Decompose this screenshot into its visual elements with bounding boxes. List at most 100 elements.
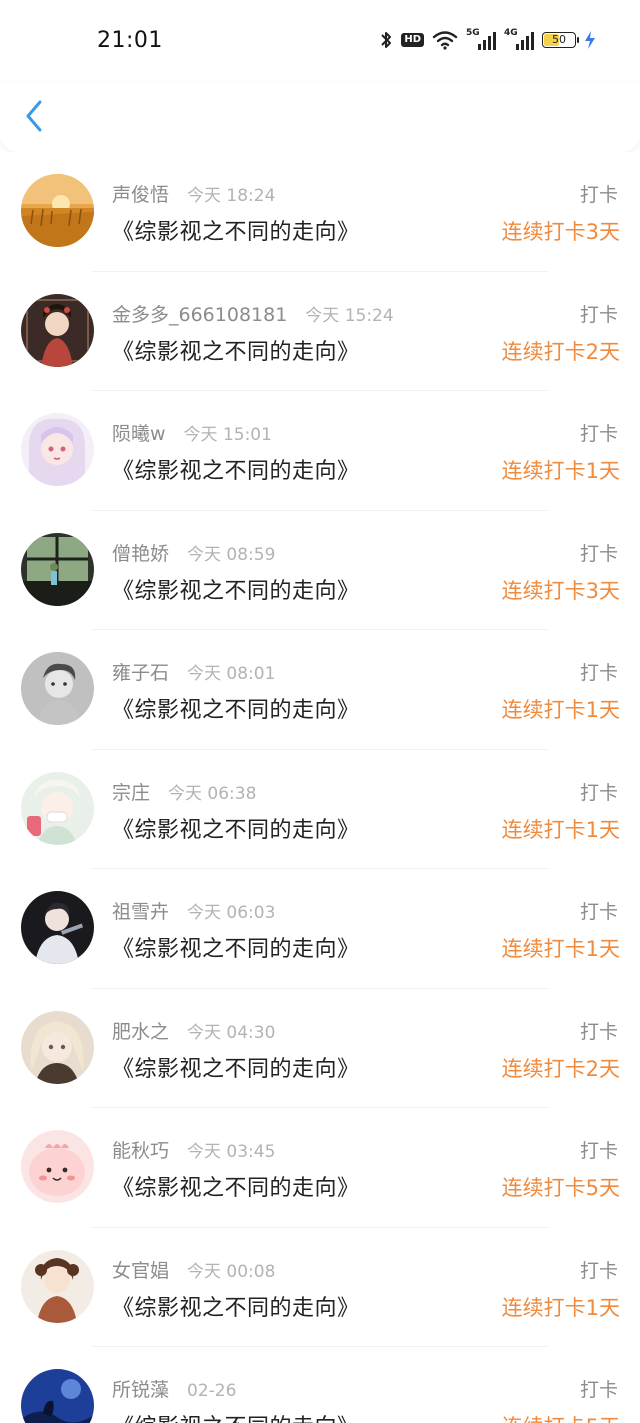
avatar[interactable]	[21, 174, 94, 247]
checkin-type: 打卡	[579, 184, 618, 206]
book-title[interactable]: 《综影视之不同的走向》	[112, 692, 360, 724]
checkin-type: 打卡	[579, 901, 618, 923]
streak-label: 连续打卡1天	[501, 459, 620, 483]
checkin-type: 打卡	[579, 1379, 618, 1401]
list-item[interactable]: 宗庄 今天 06:38 《综影视之不同的走向》 打卡 连续打卡1天	[0, 750, 640, 869]
user-name[interactable]: 所锐藻	[112, 1375, 169, 1402]
list-item[interactable]: 陨曦w 今天 15:01 《综影视之不同的走向》 打卡 连续打卡1天	[0, 391, 640, 511]
book-title[interactable]: 《综影视之不同的走向》	[112, 1051, 360, 1083]
checkin-date: 今天 18:24	[187, 186, 276, 206]
streak-label: 连续打卡2天	[501, 1056, 620, 1081]
checkin-date: 今天 04:30	[187, 1022, 276, 1043]
checkin-type: 打卡	[579, 1020, 618, 1043]
bluetooth-icon	[379, 30, 393, 50]
book-title[interactable]: 《综影视之不同的走向》	[112, 573, 360, 605]
list-item[interactable]: 肥水之 今天 04:30 《综影视之不同的走向》 打卡 连续打卡2天	[0, 989, 640, 1108]
streak-label: 连续打卡2天	[501, 339, 620, 364]
streak-label: 连续打卡3天	[501, 578, 620, 603]
4g-signal-icon: 4G	[504, 28, 534, 50]
user-name[interactable]: 女官娼	[112, 1256, 169, 1283]
book-title[interactable]: 《综影视之不同的走向》	[112, 334, 360, 366]
list-item[interactable]: 女官娼 今天 00:08 《综影视之不同的走向》 打卡 连续打卡1天	[0, 1228, 640, 1347]
battery-percent: 50	[552, 33, 566, 46]
avatar[interactable]	[21, 1369, 94, 1423]
checkin-type: 打卡	[579, 1140, 618, 1162]
user-name[interactable]: 肥水之	[112, 1017, 169, 1044]
checkin-type: 打卡	[579, 1259, 618, 1282]
list-item[interactable]: 僧艳娇 今天 08:59 《综影视之不同的走向》 打卡 连续打卡3天	[0, 511, 640, 630]
screen: 21:01 HD 5G 4G 50 声俊悟 今天 18:24 《综影视之不同的走…	[0, 0, 640, 1423]
checkin-date: 今天 15:24	[305, 305, 394, 326]
checkin-type: 打卡	[579, 303, 618, 326]
avatar[interactable]	[21, 1010, 94, 1084]
checkin-type: 打卡	[579, 423, 618, 445]
item-meta: 宗庄 今天 06:38	[112, 778, 256, 805]
user-name[interactable]: 声俊悟	[112, 180, 169, 207]
battery-tip	[577, 37, 579, 43]
book-title[interactable]: 《综影视之不同的走向》	[112, 1170, 360, 1202]
user-name[interactable]: 雍子石	[112, 658, 169, 685]
list-item[interactable]: 雍子石 今天 08:01 《综影视之不同的走向》 打卡 连续打卡1天	[0, 630, 640, 750]
item-meta: 祖雪卉 今天 06:03	[112, 897, 275, 924]
user-name[interactable]: 宗庄	[112, 778, 150, 805]
user-name[interactable]: 陨曦w	[112, 419, 166, 446]
user-name[interactable]: 祖雪卉	[112, 897, 169, 924]
list-item[interactable]: 金多多_666108181 今天 15:24 《综影视之不同的走向》 打卡 连续…	[0, 272, 640, 391]
item-meta: 金多多_666108181 今天 15:24	[112, 300, 394, 327]
checkin-date: 今天 00:08	[187, 1261, 276, 1282]
list-item[interactable]: 能秋巧 今天 03:45 《综影视之不同的走向》 打卡 连续打卡5天	[0, 1108, 640, 1228]
charging-icon	[584, 30, 596, 50]
avatar[interactable]	[21, 532, 94, 606]
avatar[interactable]	[21, 1249, 94, 1323]
streak-label: 连续打卡5天	[501, 1176, 620, 1200]
checkin-date: 今天 15:01	[183, 425, 272, 445]
item-meta: 陨曦w 今天 15:01	[112, 419, 272, 446]
chevron-left-icon	[26, 100, 42, 132]
5g-signal-icon: 5G	[466, 28, 496, 50]
checkin-date: 今天 06:38	[168, 783, 257, 804]
item-meta: 所锐藻 02-26	[112, 1375, 236, 1402]
checkin-type: 打卡	[579, 781, 618, 804]
streak-label: 连续打卡3天	[501, 220, 620, 244]
streak-label: 连续打卡1天	[501, 1295, 620, 1320]
book-title[interactable]: 《综影视之不同的走向》	[112, 1290, 360, 1322]
status-bar: 21:01 HD 5G 4G 50	[0, 0, 640, 82]
status-icons: HD 5G 4G 50	[379, 28, 596, 50]
book-title[interactable]: 《综影视之不同的走向》	[112, 453, 360, 485]
checkin-type: 打卡	[579, 662, 618, 684]
back-button[interactable]	[20, 98, 50, 134]
book-title[interactable]: 《综影视之不同的走向》	[112, 1409, 360, 1423]
book-title[interactable]: 《综影视之不同的走向》	[112, 214, 360, 246]
checkin-date: 今天 03:45	[187, 1142, 276, 1162]
item-meta: 能秋巧 今天 03:45	[112, 1136, 275, 1163]
list-item[interactable]: 声俊悟 今天 18:24 《综影视之不同的走向》 打卡 连续打卡3天	[0, 152, 640, 272]
user-name[interactable]: 僧艳娇	[112, 539, 169, 566]
signal-bars	[478, 32, 496, 50]
user-name[interactable]: 能秋巧	[112, 1136, 169, 1163]
checkin-date: 今天 08:59	[187, 544, 276, 565]
item-meta: 僧艳娇 今天 08:59	[112, 539, 275, 566]
hd-icon: HD	[401, 33, 424, 47]
status-time: 21:01	[97, 28, 163, 53]
book-title[interactable]: 《综影视之不同的走向》	[112, 931, 360, 963]
checkin-date: 02-26	[187, 1381, 237, 1401]
nav-header	[0, 82, 640, 152]
list-item[interactable]: 所锐藻 02-26 《综影视之不同的走向》 打卡 连续打卡5天	[0, 1347, 640, 1423]
item-meta: 肥水之 今天 04:30	[112, 1017, 275, 1044]
wifi-icon	[432, 30, 458, 50]
checkin-list: 声俊悟 今天 18:24 《综影视之不同的走向》 打卡 连续打卡3天 金多多_6…	[0, 152, 640, 1423]
book-title[interactable]: 《综影视之不同的走向》	[112, 812, 360, 844]
avatar[interactable]	[21, 413, 94, 486]
streak-label: 连续打卡1天	[501, 698, 620, 722]
checkin-date: 今天 08:01	[187, 664, 276, 684]
item-meta: 女官娼 今天 00:08	[112, 1256, 275, 1283]
avatar[interactable]	[21, 891, 94, 964]
list-item[interactable]: 祖雪卉 今天 06:03 《综影视之不同的走向》 打卡 连续打卡1天	[0, 869, 640, 989]
avatar[interactable]	[21, 293, 94, 367]
item-meta: 声俊悟 今天 18:24	[112, 180, 275, 207]
user-name[interactable]: 金多多_666108181	[112, 300, 287, 327]
avatar[interactable]	[21, 1130, 94, 1203]
avatar[interactable]	[21, 771, 94, 845]
signal-bars	[516, 32, 534, 50]
avatar[interactable]	[21, 652, 94, 725]
